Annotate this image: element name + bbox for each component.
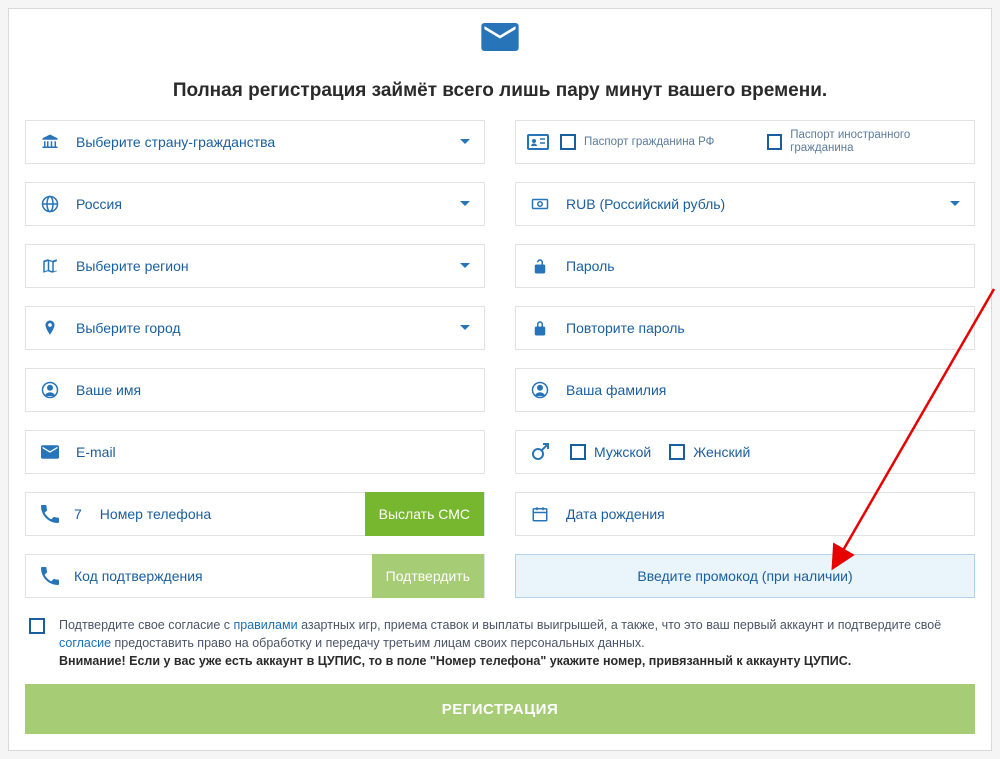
currency-label: RUB (Российский рубль) bbox=[566, 196, 948, 212]
firstname-label: Ваше имя bbox=[76, 382, 472, 398]
money-icon bbox=[528, 195, 552, 213]
chevron-down-icon bbox=[458, 198, 472, 210]
city-label: Выберите город bbox=[76, 320, 458, 336]
citizenship-label: Выберите страну-гражданства bbox=[76, 134, 458, 150]
dob-label: Дата рождения bbox=[566, 506, 962, 522]
checkbox-icon bbox=[767, 134, 782, 150]
unlock-icon bbox=[528, 257, 552, 275]
gender-icon bbox=[528, 440, 552, 464]
passport-foreign-checkbox[interactable]: Паспорт иностранного гражданина bbox=[767, 129, 964, 154]
password-input[interactable]: Пароль bbox=[515, 244, 975, 288]
lastname-input[interactable]: Ваша фамилия bbox=[515, 368, 975, 412]
city-select[interactable]: Выберите город bbox=[25, 306, 485, 350]
calendar-icon bbox=[528, 505, 552, 523]
phone-country-code[interactable]: 7 bbox=[74, 506, 82, 522]
globe-icon bbox=[38, 195, 62, 213]
passport-type-group: Паспорт гражданина РФ Паспорт иностранно… bbox=[515, 120, 975, 164]
password-repeat-input[interactable]: Повторите пароль bbox=[515, 306, 975, 350]
id-card-icon bbox=[526, 130, 550, 154]
chevron-down-icon bbox=[948, 198, 962, 210]
email-label: E-mail bbox=[76, 444, 472, 460]
password-repeat-label: Повторите пароль bbox=[566, 320, 962, 336]
rules-link[interactable]: правилами bbox=[233, 618, 297, 632]
phone-icon bbox=[38, 564, 62, 588]
firstname-input[interactable]: Ваше имя bbox=[25, 368, 485, 412]
region-label: Выберите регион bbox=[76, 258, 458, 274]
citizenship-select[interactable]: Выберите страну-гражданства bbox=[25, 120, 485, 164]
consent-checkbox[interactable] bbox=[29, 618, 45, 634]
consent-link[interactable]: согласие bbox=[59, 636, 111, 650]
checkbox-icon bbox=[560, 134, 576, 150]
country-label: Россия bbox=[76, 196, 458, 212]
passport-foreign-label: Паспорт иностранного гражданина bbox=[790, 129, 964, 154]
envelope-icon bbox=[38, 443, 62, 461]
registration-card: Полная регистрация займёт всего лишь пар… bbox=[8, 8, 992, 751]
envelope-icon bbox=[25, 17, 975, 80]
consent-text: Подтвердите свое согласие с правилами аз… bbox=[59, 616, 971, 670]
send-sms-button[interactable]: Выслать СМС bbox=[365, 492, 484, 536]
lastname-label: Ваша фамилия bbox=[566, 382, 962, 398]
phone-input-group: 7 Номер телефона Выслать СМС bbox=[25, 492, 485, 536]
chevron-down-icon bbox=[458, 136, 472, 148]
passport-rf-label: Паспорт гражданина РФ bbox=[584, 136, 714, 149]
gender-group: Мужской Женский bbox=[515, 430, 975, 474]
gender-male-label: Мужской bbox=[594, 444, 651, 460]
confirm-button[interactable]: Подтвердить bbox=[372, 554, 484, 598]
user-icon bbox=[38, 381, 62, 399]
chevron-down-icon bbox=[458, 260, 472, 272]
currency-select[interactable]: RUB (Российский рубль) bbox=[515, 182, 975, 226]
confirm-code-group: Код подтверждения Подтвердить bbox=[25, 554, 485, 598]
phone-icon bbox=[38, 502, 62, 526]
email-input[interactable]: E-mail bbox=[25, 430, 485, 474]
page-title: Полная регистрация займёт всего лишь пар… bbox=[25, 80, 975, 102]
gender-female-checkbox[interactable]: Женский bbox=[669, 444, 750, 460]
region-select[interactable]: Выберите регион bbox=[25, 244, 485, 288]
form-grid: Выберите страну-гражданства Паспорт граж… bbox=[25, 120, 975, 598]
checkbox-icon bbox=[570, 444, 586, 460]
confirm-code-placeholder[interactable]: Код подтверждения bbox=[74, 568, 372, 584]
promo-placeholder: Введите промокод (при наличии) bbox=[637, 568, 852, 584]
gender-female-label: Женский bbox=[693, 444, 750, 460]
dob-input[interactable]: Дата рождения bbox=[515, 492, 975, 536]
password-label: Пароль bbox=[566, 258, 962, 274]
user-icon bbox=[528, 381, 552, 399]
checkbox-icon bbox=[669, 444, 685, 460]
lock-icon bbox=[528, 319, 552, 337]
chevron-down-icon bbox=[458, 322, 472, 334]
map-icon bbox=[38, 257, 62, 275]
consent-warning: Внимание! Если у вас уже есть аккаунт в … bbox=[59, 654, 851, 668]
country-select[interactable]: Россия bbox=[25, 182, 485, 226]
passport-rf-checkbox[interactable]: Паспорт гражданина РФ bbox=[560, 134, 757, 150]
register-button[interactable]: РЕГИСТРАЦИЯ bbox=[25, 684, 975, 734]
gender-male-checkbox[interactable]: Мужской bbox=[570, 444, 651, 460]
promo-input[interactable]: Введите промокод (при наличии) bbox=[515, 554, 975, 598]
pin-icon bbox=[38, 319, 62, 337]
consent-block: Подтвердите свое согласие с правилами аз… bbox=[29, 616, 971, 670]
phone-placeholder[interactable]: Номер телефона bbox=[100, 506, 365, 522]
building-icon bbox=[38, 133, 62, 151]
